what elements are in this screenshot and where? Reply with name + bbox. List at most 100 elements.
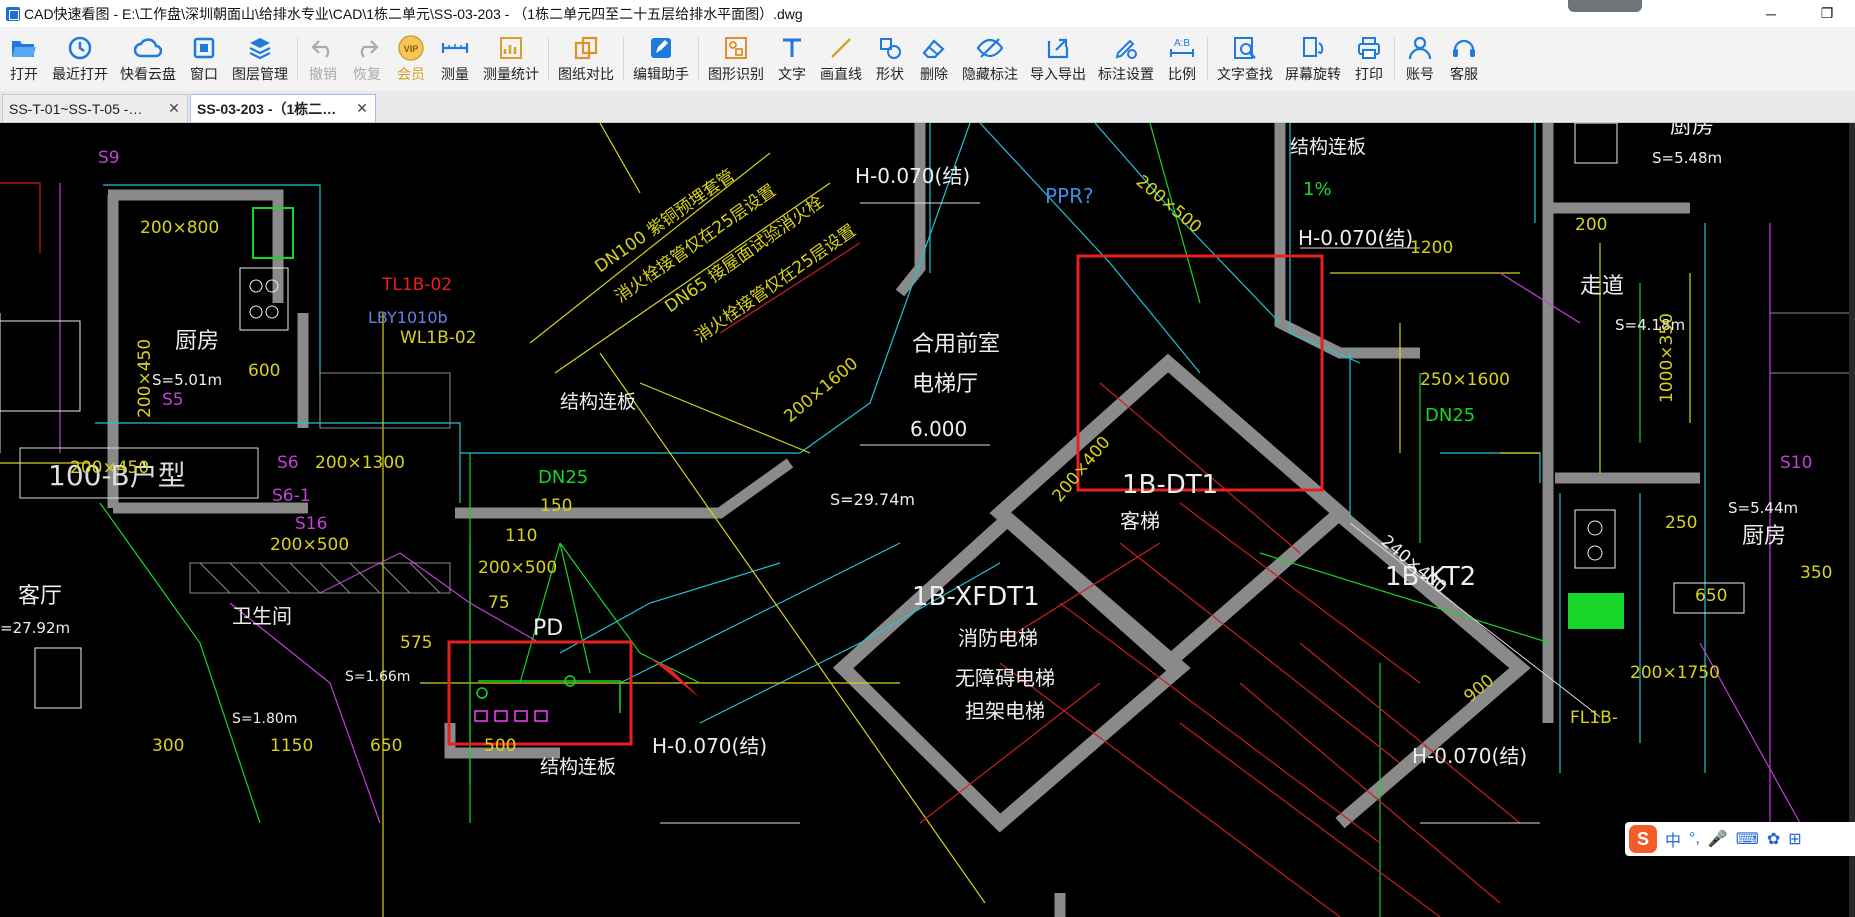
edit-assistant-icon bbox=[647, 34, 675, 62]
label-dim-150: 150 bbox=[540, 496, 572, 516]
history-icon bbox=[66, 34, 94, 62]
label-dim-200x800: 200×800 bbox=[140, 218, 219, 238]
title-grip[interactable] bbox=[1568, 0, 1642, 12]
vip-icon: VIP bbox=[397, 34, 425, 62]
label-dim-500: 500 bbox=[484, 736, 516, 756]
document-tabs: SS-T-01~SS-T-05 -… ✕ SS-03-203 -（1栋二… ✕ bbox=[0, 91, 1855, 123]
label-dim-200x1750: 200×1750 bbox=[1630, 663, 1720, 683]
label-h0070-d: H-0.070(结) bbox=[1412, 744, 1527, 768]
label-dim-650b: 650 bbox=[1695, 586, 1727, 606]
eraser-icon bbox=[920, 34, 948, 62]
rotate-button[interactable]: 屏幕旋转 bbox=[1279, 27, 1347, 91]
label-dim-350: 350 bbox=[1800, 563, 1832, 583]
label-dim-1000x350: 1000×350 bbox=[1657, 313, 1677, 403]
cad-drawing: 厨房 S=5.01m 200×800 200×450 600 S5 S9 100… bbox=[0, 123, 1855, 917]
scale-button[interactable]: A:B 比例 bbox=[1160, 27, 1204, 91]
app-logo-icon bbox=[6, 6, 20, 21]
text-search-button[interactable]: 文字查找 bbox=[1211, 27, 1279, 91]
print-button[interactable]: 打印 bbox=[1347, 27, 1391, 91]
svg-text:A:B: A:B bbox=[1174, 38, 1190, 49]
label-ppr: PPR? bbox=[1045, 184, 1094, 208]
label-dim-200x450b: 200×450 bbox=[70, 458, 149, 478]
vertical-scrollbar[interactable] bbox=[1849, 123, 1855, 917]
skin-icon[interactable]: ✿ bbox=[1767, 829, 1780, 849]
annot-settings-button[interactable]: 标注设置 bbox=[1092, 27, 1160, 91]
label-elevation-6000: 6.000 bbox=[910, 417, 967, 441]
hide-annot-button[interactable]: 隐藏标注 bbox=[956, 27, 1024, 91]
layers-button[interactable]: 图层管理 bbox=[226, 27, 294, 91]
sogou-logo-icon[interactable]: S bbox=[1629, 825, 1657, 853]
label-dim-200x450: 200×450 bbox=[135, 339, 155, 418]
close-icon[interactable]: ✕ bbox=[355, 100, 369, 117]
undo-button[interactable]: 撤销 bbox=[301, 27, 345, 91]
tab-ss-03-203[interactable]: SS-03-203 -（1栋二… ✕ bbox=[190, 94, 376, 122]
recent-button[interactable]: 最近打开 bbox=[46, 27, 114, 91]
label-xfdt1-sub-3: 担架电梯 bbox=[965, 699, 1045, 723]
label-s6: S6 bbox=[277, 453, 299, 473]
search-doc-icon bbox=[1231, 34, 1259, 62]
label-xfdt1: 1B-XFDT1 bbox=[912, 582, 1040, 612]
maximize-button[interactable]: ❐ bbox=[1799, 0, 1855, 27]
redo-button[interactable]: 恢复 bbox=[345, 27, 389, 91]
measure-stats-button[interactable]: 测量统计 bbox=[477, 27, 545, 91]
shape-recognize-button[interactable]: 图形识别 bbox=[702, 27, 770, 91]
ime-toolbar: S 中 °, 🎤 ⌨ ✿ ⊞ bbox=[1625, 822, 1855, 856]
label-living-left-area: =27.92m bbox=[0, 619, 70, 637]
label-dim-200x500: 200×500 bbox=[270, 535, 349, 555]
label-kitchen-right-area: S=5.48m bbox=[1652, 149, 1722, 167]
label-pd: PD bbox=[533, 616, 563, 641]
text-button[interactable]: 文字 bbox=[770, 27, 814, 91]
label-bath-area: S=1.66m bbox=[345, 669, 410, 685]
delete-button[interactable]: 删除 bbox=[912, 27, 956, 91]
label-xfdt1-sub-2: 无障碍电梯 bbox=[955, 666, 1055, 690]
line-button[interactable]: 画直线 bbox=[814, 27, 868, 91]
label-lby1010b: LBY1010b bbox=[368, 308, 448, 327]
layers-icon bbox=[246, 34, 274, 62]
import-export-button[interactable]: 导入导出 bbox=[1024, 27, 1092, 91]
cad-drawing-canvas[interactable]: 厨房 S=5.01m 200×800 200×450 600 S5 S9 100… bbox=[0, 123, 1855, 917]
label-dim-600: 600 bbox=[248, 361, 280, 381]
label-dim-575: 575 bbox=[400, 633, 432, 653]
open-button[interactable]: 打开 bbox=[2, 27, 46, 91]
label-xfdt1-sub-1: 消防电梯 bbox=[958, 626, 1038, 650]
label-kitchen-right-2: 厨房 bbox=[1742, 524, 1786, 549]
compare-button[interactable]: 图纸对比 bbox=[552, 27, 620, 91]
shape-recognize-icon bbox=[722, 34, 750, 62]
label-lobby-2: 电梯厅 bbox=[912, 372, 978, 397]
ruler-icon bbox=[441, 34, 469, 62]
measure-button[interactable]: 测量 bbox=[433, 27, 477, 91]
label-lobby-area: S=29.74m bbox=[830, 490, 915, 509]
label-h0070-c: H-0.070(结) bbox=[652, 734, 767, 758]
label-dim-900: 900 bbox=[1460, 671, 1498, 707]
label-dim-250x1600: 250×1600 bbox=[1420, 370, 1510, 390]
label-kitchen-left: 厨房 bbox=[175, 329, 219, 354]
label-dim-75: 75 bbox=[488, 593, 510, 613]
label-dim-110: 110 bbox=[505, 526, 537, 546]
label-dim-200: 200 bbox=[1575, 215, 1607, 235]
user-icon bbox=[1406, 34, 1434, 62]
shape-button[interactable]: 形状 bbox=[868, 27, 912, 91]
ime-mode-toggle[interactable]: 中 bbox=[1665, 827, 1681, 851]
edit-assistant-button[interactable]: 编辑助手 bbox=[627, 27, 695, 91]
ime-punct-toggle[interactable]: °, bbox=[1689, 830, 1700, 848]
label-dim-1150: 1150 bbox=[270, 736, 313, 756]
label-h0070-a: H-0.070(结) bbox=[855, 164, 970, 188]
close-icon[interactable]: ✕ bbox=[167, 100, 181, 117]
minimize-button[interactable]: ─ bbox=[1743, 0, 1799, 27]
account-button[interactable]: 账号 bbox=[1398, 27, 1442, 91]
window-button[interactable]: 窗口 bbox=[182, 27, 226, 91]
label-dim-650: 650 bbox=[370, 736, 402, 756]
label-dim-200x500c: 200×500 bbox=[1132, 172, 1205, 238]
label-dn25-b: DN25 bbox=[1425, 405, 1475, 426]
cloud-button[interactable]: 快看云盘 bbox=[114, 27, 182, 91]
label-dim-200x1300: 200×1300 bbox=[315, 453, 405, 473]
main-toolbar: 打开 最近打开 快看云盘 窗口 图层管理 撤销 恢复 VIP 会员 测量 测量统… bbox=[0, 27, 1855, 91]
vip-button[interactable]: VIP 会员 bbox=[389, 27, 433, 91]
rotate-screen-icon bbox=[1299, 34, 1327, 62]
keyboard-icon[interactable]: ⌨ bbox=[1736, 829, 1759, 849]
label-dim-200x500b: 200×500 bbox=[478, 558, 557, 578]
tab-ss-t-01[interactable]: SS-T-01~SS-T-05 -… ✕ bbox=[2, 94, 188, 122]
grid-menu-icon[interactable]: ⊞ bbox=[1788, 829, 1801, 849]
service-button[interactable]: 客服 bbox=[1442, 27, 1486, 91]
microphone-icon[interactable]: 🎤 bbox=[1708, 829, 1728, 849]
